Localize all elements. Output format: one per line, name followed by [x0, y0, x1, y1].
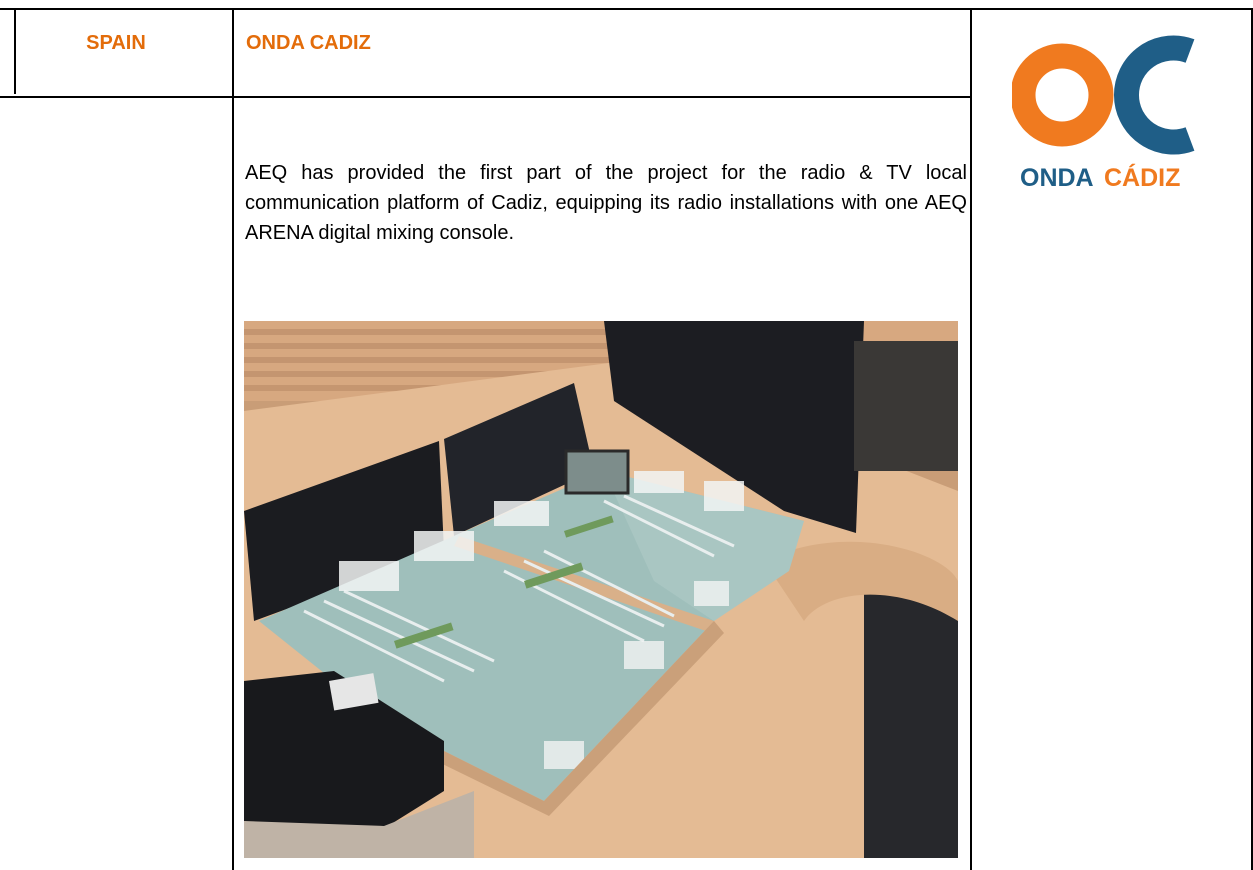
oc-monogram-icon: ONDA CÁDIZ	[1010, 35, 1195, 192]
station-name: ONDA CADIZ	[246, 32, 371, 54]
document-page: SPAIN ONDA CADIZ AEQ has provided the fi…	[0, 0, 1253, 870]
table-col-divider	[232, 8, 234, 870]
table-row-divider	[0, 96, 972, 98]
table-top-border	[0, 8, 1253, 10]
logo-wordmark-cadiz: CÁDIZ	[1104, 163, 1180, 192]
logo-wordmark-onda: ONDA	[1020, 164, 1094, 192]
country-cell: SPAIN	[86, 32, 146, 54]
onda-cadiz-logo: ONDA CÁDIZ	[1010, 22, 1217, 218]
table-col-divider-right	[970, 8, 972, 870]
mixing-console-photo	[244, 321, 958, 858]
description-paragraph: AEQ has provided the first part of the p…	[245, 162, 967, 244]
